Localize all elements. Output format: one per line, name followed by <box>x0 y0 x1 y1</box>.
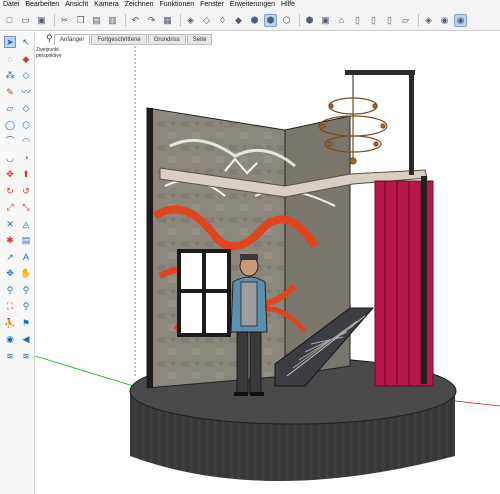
zoom-extents-icon[interactable]: ⛶ <box>4 300 16 312</box>
menu-bearbeiten[interactable]: Bearbeiten <box>22 0 62 10</box>
menu-fenster[interactable]: Fenster <box>197 0 227 10</box>
walk-icon[interactable]: ⚑ <box>20 317 32 329</box>
menu-ansicht[interactable]: Ansicht <box>62 0 91 10</box>
rotate-icon[interactable]: ↻ <box>4 185 16 197</box>
wireframe-icon[interactable]: ◊ <box>216 14 229 27</box>
scene-tab-2[interactable]: Grundriss <box>147 34 186 45</box>
open-folder-icon[interactable]: ▭ <box>19 14 32 27</box>
shaded-icon[interactable]: ⬢ <box>248 14 261 27</box>
arc-icon[interactable]: ⌒ <box>4 135 16 147</box>
arc-3pt-icon[interactable]: ◡ <box>4 152 16 164</box>
move-icon[interactable]: ✥ <box>4 168 16 180</box>
section-icon[interactable]: ◀ <box>20 333 32 345</box>
erase-icon[interactable]: ▥ <box>106 14 119 27</box>
save-icon[interactable]: ▣ <box>35 14 48 27</box>
bottom-view-icon[interactable]: ▱ <box>399 14 412 27</box>
position-camera-icon[interactable]: ⛹ <box>4 317 16 329</box>
zoom-window-icon[interactable]: ⚲ <box>20 284 32 296</box>
zoom-icon[interactable]: ⚲ <box>4 284 16 296</box>
toolbar-separator <box>418 13 419 27</box>
toolbar-separator <box>299 13 300 27</box>
menu-funktionen[interactable]: Funktionen <box>156 0 197 10</box>
print-icon[interactable]: ▦ <box>161 14 174 27</box>
scene-canvas[interactable] <box>35 46 500 494</box>
look-around-icon[interactable]: ◉ <box>4 333 16 345</box>
select-arrow-alt-icon[interactable]: ↖ <box>20 36 32 48</box>
main-toolbar: □ ▭ ▣ ✂ ❐ ▤ ▥ ↶ ↷ ▦ ◈ ◇ ◊ ◆ ⬢ ⬢ ⬡ ⬢ ▣ ⌂ ▯ ▯ ▯ ▱ ◈ ◉ ◉ <box>0 10 500 31</box>
menu-erweiterungen[interactable]: Erweiterungen <box>227 0 278 10</box>
green-axis <box>35 355 141 389</box>
front-view-icon[interactable]: ⌂ <box>335 14 348 27</box>
back-edges-icon[interactable]: ◇ <box>200 14 213 27</box>
scene-tab-0[interactable]: Anfänger <box>54 34 91 45</box>
xray-icon[interactable]: ◈ <box>184 14 197 27</box>
scene-tabs: Anfänger Fortgeschrittene Grundriss Seite <box>54 34 213 45</box>
menu-kamera[interactable]: Kamera <box>91 0 122 10</box>
shaded-textures-icon[interactable]: ⬢ <box>264 13 277 27</box>
cut-icon[interactable]: ✂ <box>58 14 71 27</box>
offset-icon[interactable]: ⤡ <box>20 201 32 213</box>
stage-curtain <box>374 176 434 387</box>
lasso-icon[interactable]: ◌ <box>4 53 16 65</box>
section-plane-icon[interactable]: ◈ <box>422 14 435 27</box>
magnifier-icon[interactable]: ⚲ <box>46 33 53 44</box>
sandbox-icon[interactable]: ≋ <box>4 350 16 362</box>
circle-icon[interactable]: ◯ <box>4 119 16 131</box>
toolbar-separator <box>180 13 181 27</box>
pencil-icon[interactable]: ✎ <box>4 86 16 98</box>
pan-icon[interactable]: ✋ <box>20 267 32 279</box>
text-icon[interactable]: ▤ <box>20 234 32 246</box>
dimension-icon[interactable]: ✱ <box>4 234 16 246</box>
back-view-icon[interactable]: ▯ <box>367 14 380 27</box>
copy-icon[interactable]: ❐ <box>74 14 87 27</box>
right-view-icon[interactable]: ▯ <box>351 14 364 27</box>
3d-text-icon[interactable]: A <box>20 251 32 263</box>
hidden-line-icon[interactable]: ◆ <box>232 14 245 27</box>
component-icon[interactable]: ⁂ <box>4 69 16 81</box>
iso-view-icon[interactable]: ⬢ <box>303 14 316 27</box>
freehand-icon[interactable]: 〰 <box>20 86 32 98</box>
tool-palette: ➤ ↖ ◌ ◆ ⁂ ◇ ✎ 〰 ▱ ◇ ◯ ⬡ ⌒ ◠ ◡ ◔ ✥ ⬆ ↻ ↺ ⤢ ⤡ ✕ ◬ ✱ ▤ ↗ A ✥ ✋ ⚲ ⚲ ⛶ ⚲ ⛹ ⚑ ◉ ◀ ≋ ≋ <box>0 32 35 494</box>
previous-view-icon[interactable]: ⚲ <box>20 300 32 312</box>
menu-bar: Datei Bearbeiten Ansicht Kamera Zeichnen Funk… <box>0 0 500 10</box>
protractor-icon[interactable]: ◬ <box>20 218 32 230</box>
push-pull-icon[interactable]: ⬆ <box>20 168 32 180</box>
redo-icon[interactable]: ↷ <box>145 14 158 27</box>
menu-hilfe[interactable]: Hilfe <box>278 0 298 10</box>
section-fill-icon[interactable]: ◉ <box>454 13 467 27</box>
toolbar-separator <box>54 13 55 27</box>
section-cut-icon[interactable]: ◉ <box>438 14 451 27</box>
top-view-icon[interactable]: ▣ <box>319 14 332 27</box>
scene-tab-3[interactable]: Seite <box>186 34 213 45</box>
wall-window <box>177 249 231 337</box>
sandbox-scoop-icon[interactable]: ≋ <box>20 350 32 362</box>
follow-me-icon[interactable]: ↺ <box>20 185 32 197</box>
left-view-icon[interactable]: ▯ <box>383 14 396 27</box>
toolbar-separator <box>125 13 126 27</box>
rectangle-icon[interactable]: ▱ <box>4 102 16 114</box>
3d-viewport[interactable] <box>35 46 500 494</box>
new-file-icon[interactable]: □ <box>3 14 16 27</box>
paste-icon[interactable]: ▤ <box>90 14 103 27</box>
menu-zeichnen[interactable]: Zeichnen <box>122 0 157 10</box>
pie-icon[interactable]: ◔ <box>20 152 32 164</box>
polygon-icon[interactable]: ⬡ <box>20 119 32 131</box>
arc-2pt-icon[interactable]: ◠ <box>20 135 32 147</box>
orbit-icon[interactable]: ✥ <box>4 267 16 279</box>
select-arrow-icon[interactable]: ➤ <box>4 36 16 48</box>
scene-tab-1[interactable]: Fortgeschrittene <box>91 34 147 45</box>
eraser-icon[interactable]: ◇ <box>20 69 32 81</box>
undo-icon[interactable]: ↶ <box>129 14 142 27</box>
scale-icon[interactable]: ⤢ <box>4 201 16 213</box>
menu-datei[interactable]: Datei <box>0 0 22 10</box>
rotated-rect-icon[interactable]: ◇ <box>20 102 32 114</box>
monochrome-icon[interactable]: ⬡ <box>280 14 293 27</box>
tape-measure-icon[interactable]: ✕ <box>4 218 16 230</box>
paint-bucket-icon[interactable]: ◆ <box>20 53 32 65</box>
axes-icon[interactable]: ↗ <box>4 251 16 263</box>
